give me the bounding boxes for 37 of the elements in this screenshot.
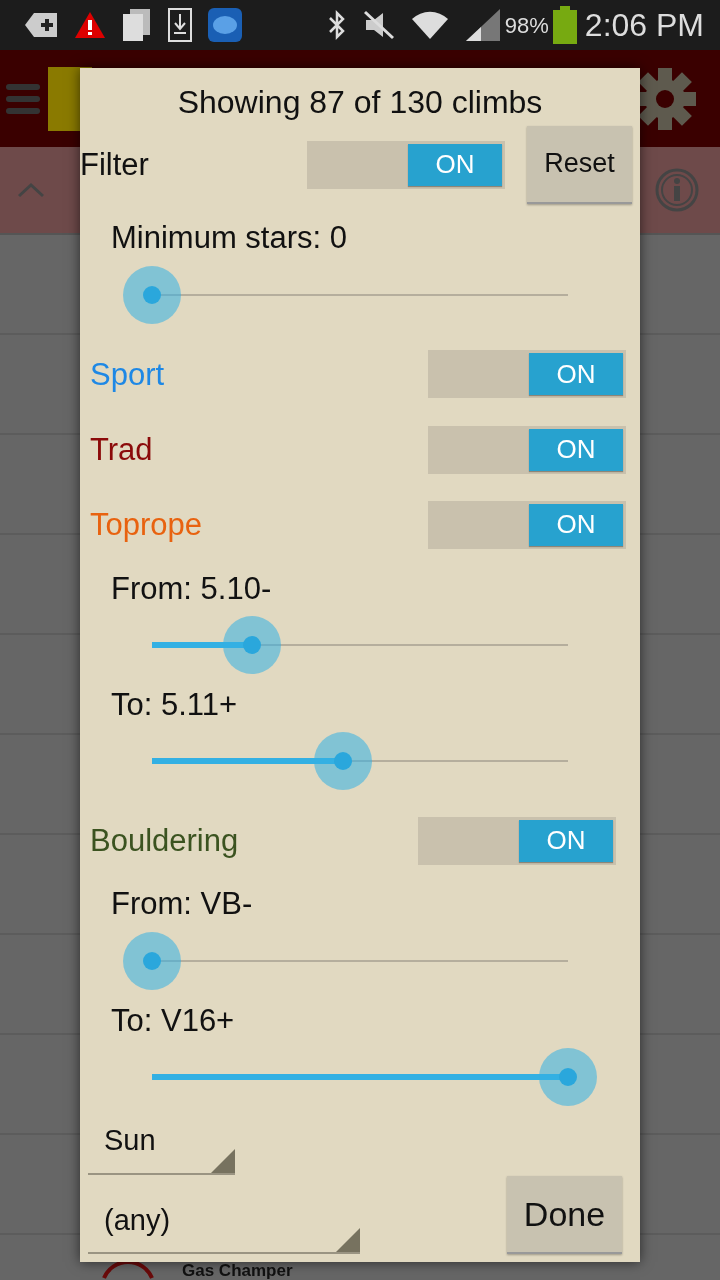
category-label: Trad [90, 434, 153, 466]
dropdown[interactable]: Sun [88, 1119, 235, 1175]
slider-label: To: 5.11+ [111, 688, 239, 720]
status-time: 2:06 PM [584, 6, 704, 45]
dropdown-corner-icon [211, 1148, 235, 1173]
category-label: Sport [90, 358, 165, 390]
toggle-switch[interactable]: ON [418, 816, 616, 865]
slider-label: Minimum stars: 0 [111, 222, 348, 254]
category-label: Bouldering [90, 825, 239, 857]
bluetooth-icon [326, 9, 347, 41]
add-icon [24, 12, 58, 38]
download-icon [168, 8, 192, 42]
app-icon [208, 8, 242, 42]
battery-percent: 98% [504, 11, 549, 40]
toggle-switch[interactable]: ON [428, 425, 626, 474]
chevron-up-icon[interactable] [16, 181, 46, 199]
wifi-icon [410, 10, 449, 40]
dropdown-corner-icon [336, 1228, 360, 1252]
battery-icon [552, 6, 577, 44]
reset-button[interactable]: Reset [527, 125, 632, 204]
list-item-title: Gas Champer [182, 1262, 293, 1279]
slider-label: To: V16+ [111, 1004, 236, 1036]
info-icon[interactable] [654, 167, 700, 213]
dropdown[interactable]: (any) [88, 1198, 360, 1254]
dialog-title: Showing 87 of 130 climbs [176, 83, 544, 122]
toggle-switch[interactable]: ON [307, 140, 505, 189]
mute-icon [362, 10, 395, 40]
copy-icon [122, 8, 152, 42]
toggle-switch[interactable]: ON [428, 500, 626, 549]
warning-icon [74, 11, 106, 39]
toggle-switch[interactable]: ON [428, 350, 626, 399]
slider-label: From: 5.10- [111, 572, 273, 604]
slider-label: From: VB- [111, 888, 254, 920]
signal-icon [464, 8, 501, 42]
done-button[interactable]: Done [507, 1176, 622, 1254]
category-label: Toprope [90, 509, 203, 541]
filter-label: Filter [80, 149, 149, 181]
